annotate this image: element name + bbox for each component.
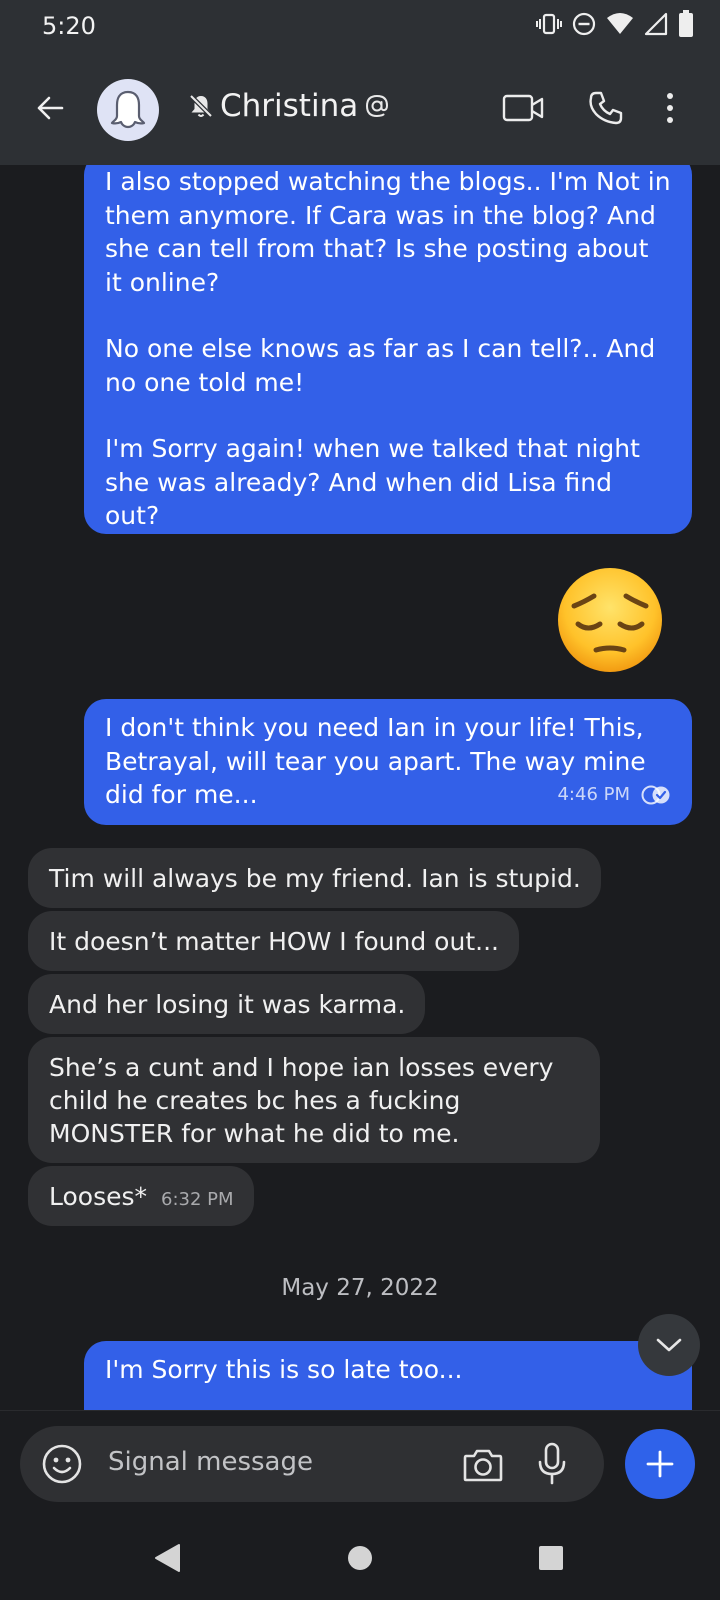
composer: Signal message [0, 1410, 720, 1511]
nav-home-button[interactable] [337, 1535, 383, 1581]
ghost-icon [110, 90, 146, 129]
status-icons [536, 10, 694, 38]
message-input-placeholder: Signal message [108, 1447, 313, 1477]
message-text: She’s a cunt and I hope ian losses every… [49, 1053, 554, 1148]
incoming-message[interactable]: Tim will always be my friend. Ian is stu… [28, 848, 601, 908]
username-at-icon [366, 94, 389, 118]
message-text: Looses* [49, 1182, 148, 1211]
message-input[interactable]: Signal message [20, 1426, 604, 1502]
message-text: I'm Sorry again! when we talked that nig… [105, 434, 640, 530]
microphone-button[interactable] [529, 1440, 575, 1488]
outgoing-message[interactable]: I'm Sorry this is so late too... [84, 1341, 692, 1410]
message-text: No one else knows as far as I can tell?.… [105, 334, 656, 397]
nav-recents-button[interactable] [528, 1535, 574, 1581]
arrow-back-icon [37, 96, 64, 120]
message-text: And her losing it was karma. [49, 990, 406, 1019]
status-bar: 5:20 [0, 0, 720, 52]
camera-button[interactable] [460, 1442, 506, 1488]
video-camera-icon [502, 94, 544, 122]
pensive-face-icon[interactable] [556, 566, 664, 678]
battery-icon [679, 10, 693, 37]
nav-back-button[interactable] [144, 1535, 190, 1581]
triangle-back-icon [155, 1544, 180, 1572]
plus-icon [646, 1450, 674, 1478]
do-not-disturb-icon [572, 12, 596, 36]
outgoing-message[interactable]: I also stopped watching the blogs.. I'm … [84, 165, 692, 534]
conversation-header: Christina [0, 52, 720, 165]
voice-call-button[interactable] [578, 80, 634, 136]
phone-icon [589, 91, 623, 125]
incoming-message[interactable]: Looses* 6:32 PM [28, 1166, 254, 1226]
microphone-icon [538, 1442, 566, 1485]
message-text: Tim will always be my friend. Ian is stu… [49, 864, 581, 893]
chevron-down-icon [656, 1338, 682, 1352]
vibrate-icon [536, 13, 562, 35]
message-text: It doesn’t matter HOW I found out... [49, 927, 499, 956]
outgoing-message[interactable]: I don't think you need Ian in your life!… [84, 699, 692, 825]
smiley-icon [42, 1444, 82, 1484]
date-separator: May 27, 2022 [281, 1275, 439, 1301]
status-time: 5:20 [42, 12, 96, 40]
muted-bell-icon [189, 94, 213, 118]
more-vert-icon [667, 93, 673, 123]
camera-icon [463, 1449, 503, 1482]
circle-home-icon [348, 1546, 372, 1570]
contact-title[interactable]: Christina [188, 88, 390, 124]
more-options-button[interactable] [642, 80, 698, 136]
emoji-button[interactable] [40, 1442, 84, 1486]
scroll-to-bottom-button[interactable] [638, 1314, 700, 1376]
avatar[interactable] [97, 79, 159, 141]
message-text: I also stopped watching the blogs.. I'm … [105, 167, 671, 297]
incoming-message[interactable]: It doesn’t matter HOW I found out... [28, 911, 519, 971]
message-meta: 4:46 PM [557, 784, 672, 806]
delivered-check-icon [641, 785, 670, 805]
attach-button[interactable] [625, 1429, 695, 1499]
cellular-signal-icon [644, 12, 668, 36]
message-time: 6:32 PM [161, 1189, 234, 1210]
message-time: 4:46 PM [557, 784, 630, 805]
video-call-button[interactable] [495, 80, 551, 136]
incoming-message[interactable]: And her losing it was karma. [28, 974, 426, 1034]
message-list[interactable]: I also stopped watching the blogs.. I'm … [0, 165, 720, 1410]
wifi-icon [607, 13, 633, 34]
system-navigation-bar [0, 1510, 720, 1600]
square-recents-icon [539, 1546, 563, 1570]
contact-name: Christina [220, 88, 359, 124]
message-text: I'm Sorry this is so late too... [105, 1355, 463, 1384]
back-button[interactable] [22, 80, 78, 136]
incoming-message[interactable]: She’s a cunt and I hope ian losses every… [28, 1037, 600, 1163]
